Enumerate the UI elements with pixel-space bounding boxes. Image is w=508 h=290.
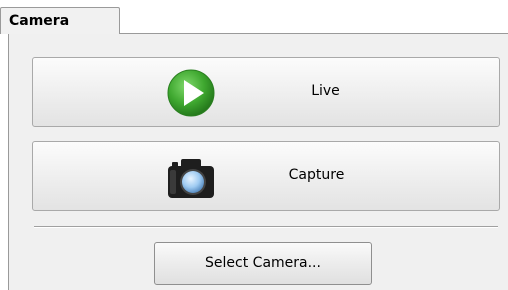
live-button[interactable]: Live [32,57,500,127]
camera-icon [166,152,216,202]
select-camera-button[interactable]: Select Camera... [154,242,372,285]
live-button-label: Live [311,83,340,99]
camera-panel: Live Capture Select Camera... [8,33,508,290]
play-icon [166,68,216,118]
divider [34,226,498,228]
select-camera-label: Select Camera... [205,255,321,271]
capture-button-label: Capture [288,167,345,183]
capture-button[interactable]: Capture [32,141,500,211]
tab-camera[interactable]: Camera [0,7,120,34]
tab-camera-label: Camera [9,13,70,29]
